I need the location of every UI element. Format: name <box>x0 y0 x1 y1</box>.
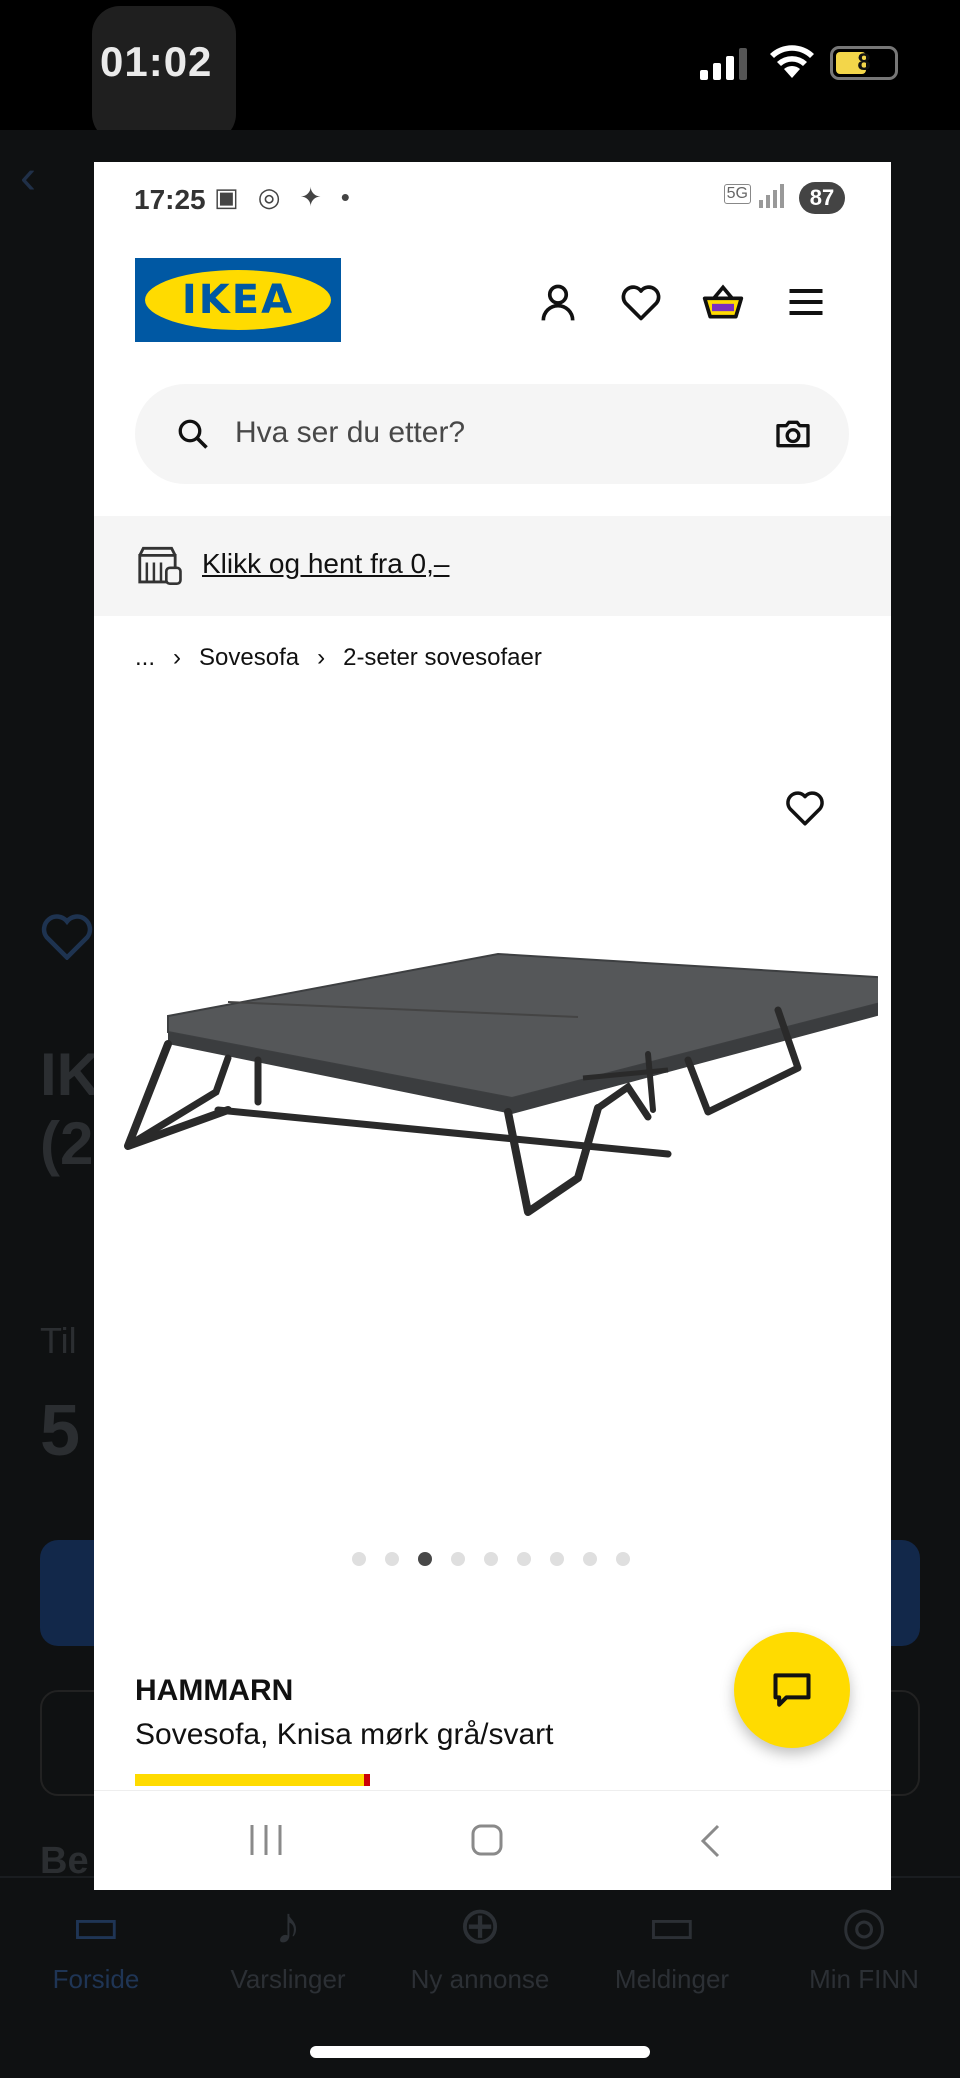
chat-icon: ▭ <box>647 1897 697 1955</box>
recents-icon[interactable] <box>248 1823 284 1857</box>
ikea-screenshot: 17:25 ▣ ◎ ✦ • 5G 87 IKEA Hva ser du ette… <box>94 162 891 1890</box>
plus-circle-icon: ⊕ <box>458 1897 502 1955</box>
store-pickup-icon <box>138 546 182 586</box>
carousel-dot[interactable] <box>550 1552 564 1566</box>
background-price: 5 <box>40 1391 81 1471</box>
home-indicator[interactable] <box>310 2046 650 2058</box>
ikea-logo[interactable]: IKEA <box>135 258 341 342</box>
chat-bubble-icon <box>773 1673 811 1707</box>
carousel-dot[interactable] <box>517 1552 531 1566</box>
background-til-label: Til <box>40 1320 77 1361</box>
android-nav-bar <box>94 1790 891 1890</box>
nav-varslinger[interactable]: ♪ Varslinger <box>192 1888 384 1995</box>
price-highlight-bar <box>135 1774 369 1786</box>
product-image-sofa-bed[interactable] <box>108 882 878 1282</box>
profile-icon: ◎ <box>841 1897 887 1955</box>
carousel-dot[interactable] <box>451 1552 465 1566</box>
click-collect-link[interactable]: Klikk og hent fra 0,– <box>202 548 449 580</box>
outer-clock: 01:02 <box>100 38 213 85</box>
search-icon <box>178 419 208 449</box>
nav-min-finn[interactable]: ◎ Min FINN <box>768 1888 960 1995</box>
signal-icon <box>759 184 784 208</box>
cellular-signal-icon <box>700 48 747 80</box>
favorites-heart-icon[interactable] <box>619 280 663 324</box>
outer-status-bar: 01:02 8 <box>0 0 960 142</box>
add-to-favorites-heart-icon[interactable] <box>784 788 826 828</box>
book-icon: ▭ <box>71 1897 121 1955</box>
breadcrumb-ellipsis[interactable]: ... <box>135 644 155 672</box>
bell-icon: ♪ <box>275 1897 301 1955</box>
carousel-dot[interactable] <box>583 1552 597 1566</box>
search-input[interactable]: Hva ser du etter? <box>235 416 465 450</box>
network-type: 5G <box>723 184 751 204</box>
image-carousel-dots[interactable] <box>352 1552 630 1566</box>
back-arrow-icon[interactable]: ‹ <box>20 150 36 205</box>
click-collect-banner[interactable]: Klikk og hent fra 0,– <box>94 516 891 616</box>
android-status-bar: 17:25 ▣ ◎ ✦ • 5G 87 <box>94 162 891 234</box>
chat-button[interactable] <box>734 1632 850 1748</box>
nav-meldinger[interactable]: ▭ Meldinger <box>576 1888 768 1995</box>
carousel-dot[interactable] <box>616 1552 630 1566</box>
cart-basket-icon[interactable] <box>701 280 745 324</box>
breadcrumb-separator: › <box>173 644 182 671</box>
breadcrumb-separator: › <box>317 644 326 671</box>
account-icon[interactable] <box>536 280 580 324</box>
back-icon[interactable] <box>698 1823 722 1859</box>
background-title: IK (2 <box>40 1041 100 1177</box>
carousel-dot[interactable] <box>418 1552 432 1566</box>
nav-ny-annonse[interactable]: ⊕ Ny annonse <box>384 1888 576 1995</box>
carousel-dot[interactable] <box>352 1552 366 1566</box>
ikea-header: IKEA <box>94 258 891 358</box>
carousel-dot[interactable] <box>484 1552 498 1566</box>
breadcrumb: ... › Sovesofa › 2-seter sovesofaer <box>135 644 542 672</box>
finn-bottom-nav: ▭ Forside ♪ Varslinger ⊕ Ny annonse ▭ Me… <box>0 1876 960 2006</box>
price-highlight-accent <box>364 1774 370 1786</box>
breadcrumb-2-seter[interactable]: 2-seter sovesofaer <box>343 644 542 672</box>
battery-icon: 8 <box>830 46 898 80</box>
search-bar[interactable]: Hva ser du etter? <box>135 384 849 484</box>
product-name: HAMMARN <box>135 1674 294 1707</box>
battery-level: 8 <box>857 49 871 76</box>
home-icon[interactable] <box>470 1823 504 1857</box>
carousel-dot[interactable] <box>385 1552 399 1566</box>
wifi-icon <box>770 45 814 78</box>
breadcrumb-sovesofa[interactable]: Sovesofa <box>199 644 299 672</box>
camera-search-icon[interactable] <box>773 414 813 454</box>
status-battery: 87 <box>799 182 845 214</box>
nav-forside[interactable]: ▭ Forside <box>0 1888 192 1995</box>
product-description: Sovesofa, Knisa mørk grå/svart <box>135 1718 554 1751</box>
favorite-heart-icon[interactable] <box>40 910 94 960</box>
status-time: 17:25 <box>134 184 206 215</box>
phone-screen: 01:02 8 ‹ itt IK (2 Til 5 Be ▭ Forsi <box>0 0 960 2078</box>
menu-hamburger-icon[interactable] <box>784 280 828 324</box>
notification-icons: ▣ ◎ ✦ • <box>214 182 356 212</box>
